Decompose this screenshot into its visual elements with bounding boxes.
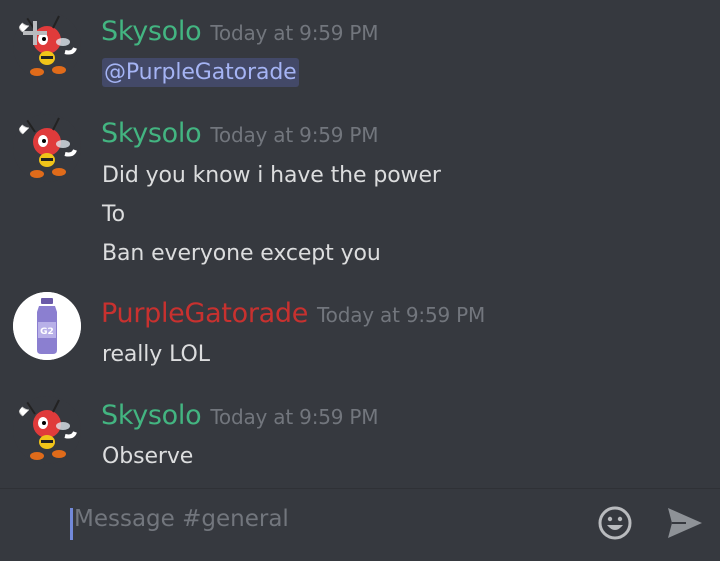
- message-input[interactable]: Message #general: [74, 506, 289, 532]
- message-header: Skysolo Today at 9:59 PM: [101, 16, 379, 47]
- message-line: Did you know i have the power: [102, 163, 441, 188]
- author-name[interactable]: Skysolo: [101, 118, 202, 149]
- message-header: Skysolo Today at 9:59 PM: [101, 118, 379, 149]
- author-name[interactable]: PurpleGatorade: [101, 298, 308, 329]
- timestamp: Today at 9:59 PM: [210, 123, 379, 147]
- avatar[interactable]: [13, 396, 81, 464]
- message-content: @PurpleGatorade: [102, 58, 299, 87]
- message-line: Observe: [102, 444, 194, 469]
- timestamp: Today at 9:59 PM: [210, 21, 379, 45]
- charmy-bee-avatar-icon: [13, 396, 81, 464]
- author-name[interactable]: Skysolo: [101, 400, 202, 431]
- message-line: really LOL: [102, 342, 210, 367]
- text-caret: [70, 508, 73, 540]
- user-mention[interactable]: @PurpleGatorade: [102, 58, 299, 87]
- message-header: PurpleGatorade Today at 9:59 PM: [101, 298, 485, 329]
- avatar[interactable]: [13, 114, 81, 182]
- emoji-icon[interactable]: [597, 505, 633, 541]
- message-list: Skysolo Today at 9:59 PM @PurpleGatorade: [0, 0, 720, 488]
- charmy-bee-avatar-icon: [13, 114, 81, 182]
- timestamp: Today at 9:59 PM: [317, 303, 486, 327]
- message-line: Ban everyone except you: [102, 241, 381, 266]
- send-icon[interactable]: [666, 506, 704, 540]
- plus-icon[interactable]: [20, 18, 50, 48]
- gatorade-bottle-avatar-icon: G2: [13, 292, 81, 360]
- avatar[interactable]: G2: [13, 292, 81, 360]
- svg-text:G2: G2: [40, 327, 54, 337]
- message-line: To: [102, 202, 125, 227]
- timestamp: Today at 9:59 PM: [210, 405, 379, 429]
- message-header: Skysolo Today at 9:59 PM: [101, 400, 379, 431]
- author-name[interactable]: Skysolo: [101, 16, 202, 47]
